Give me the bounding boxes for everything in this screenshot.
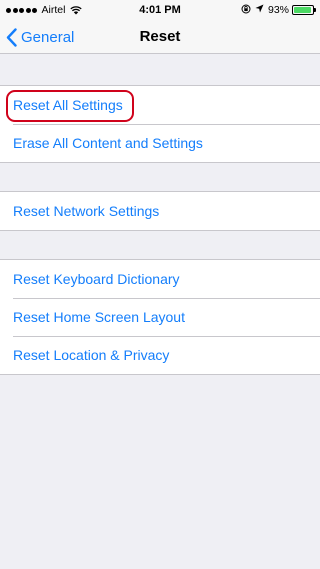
row-label: Erase All Content and Settings: [13, 135, 203, 151]
status-bar: Airtel 4:01 PM 93%: [0, 0, 320, 20]
reset-all-settings-row[interactable]: Reset All Settings: [0, 86, 320, 124]
battery-icon: [292, 5, 316, 15]
row-label: Reset Location & Privacy: [13, 347, 170, 363]
page-title: Reset: [139, 28, 181, 45]
reset-home-screen-layout-row[interactable]: Reset Home Screen Layout: [0, 298, 320, 336]
row-label: Reset Home Screen Layout: [13, 309, 185, 325]
reset-keyboard-dictionary-row[interactable]: Reset Keyboard Dictionary: [0, 260, 320, 298]
reset-network-settings-row[interactable]: Reset Network Settings: [0, 192, 320, 230]
battery-fill: [294, 7, 311, 13]
row-label: Reset All Settings: [13, 97, 123, 113]
row-label: Reset Keyboard Dictionary: [13, 271, 180, 287]
location-arrow-icon: [255, 4, 264, 16]
reset-group-network: Reset Network Settings: [0, 191, 320, 231]
reset-group-other: Reset Keyboard Dictionary Reset Home Scr…: [0, 259, 320, 375]
status-right: 93%: [241, 4, 316, 17]
erase-all-content-row[interactable]: Erase All Content and Settings: [0, 124, 320, 162]
reset-group-primary: Reset All Settings Erase All Content and…: [0, 85, 320, 163]
row-label: Reset Network Settings: [13, 203, 160, 219]
battery-percent: 93%: [267, 4, 289, 16]
navigation-bar: General Reset: [0, 20, 320, 54]
reset-location-privacy-row[interactable]: Reset Location & Privacy: [0, 336, 320, 374]
rotation-lock-icon: [241, 4, 251, 17]
